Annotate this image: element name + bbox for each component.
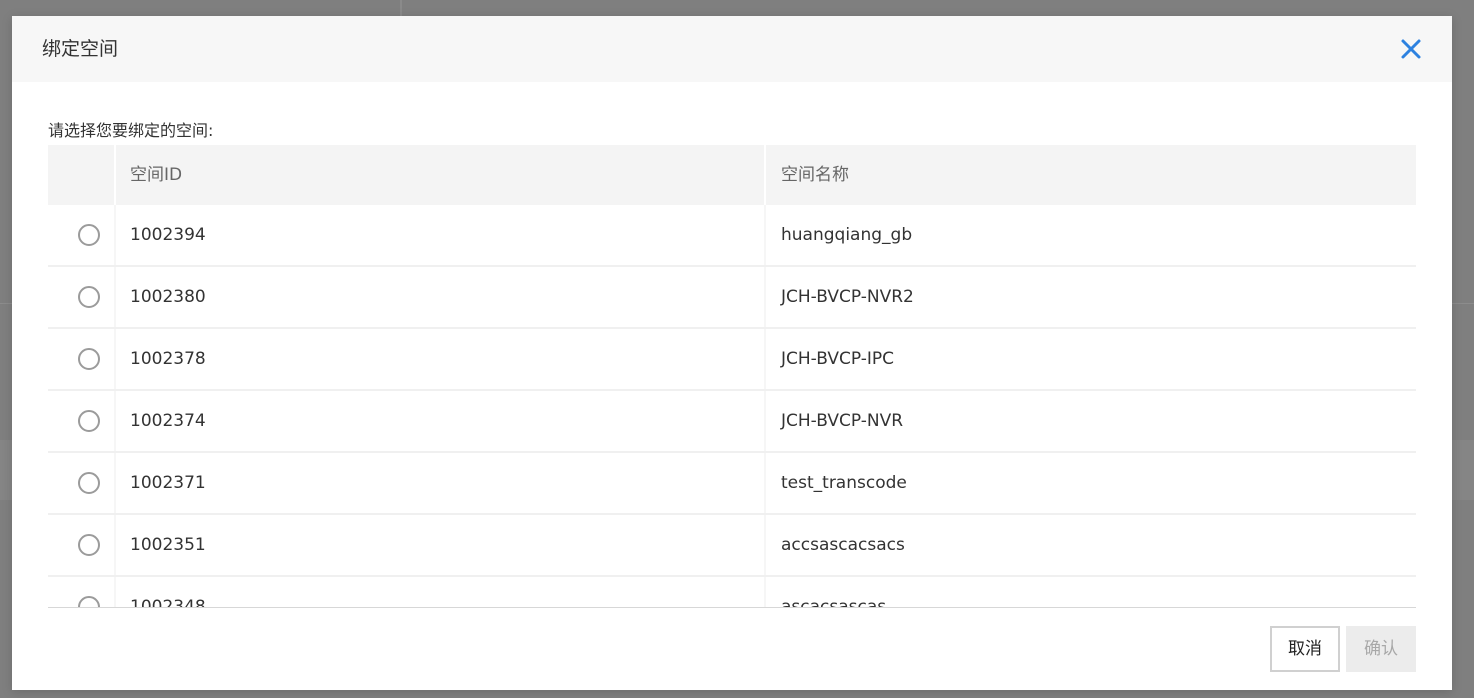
space-name-cell: JCH-BVCP-NVR2: [781, 287, 914, 307]
background-row: [0, 440, 12, 500]
column-divider: [764, 205, 766, 267]
table-row[interactable]: 1002374 JCH-BVCP-NVR: [48, 391, 1416, 453]
table-row[interactable]: 1002380 JCH-BVCP-NVR2: [48, 267, 1416, 329]
background-divider: [1452, 303, 1474, 304]
select-space-prompt: 请选择您要绑定的空间:: [48, 121, 214, 140]
table-row[interactable]: 1002371 test_transcode: [48, 453, 1416, 515]
space-name-cell: test_transcode: [781, 473, 907, 493]
radio-unchecked-icon[interactable]: [78, 472, 100, 494]
space-id-cell: 1002378: [130, 349, 206, 369]
column-divider: [114, 267, 116, 329]
space-name-cell: ascacsascas: [781, 597, 887, 608]
column-divider: [114, 453, 116, 515]
space-id-cell: 1002374: [130, 411, 206, 431]
space-id-cell: 1002351: [130, 535, 206, 555]
space-name-cell: JCH-BVCP-NVR: [781, 411, 904, 431]
space-name-cell: accsascacsacs: [781, 535, 905, 555]
confirm-button[interactable]: 确认: [1346, 626, 1416, 672]
column-divider: [764, 329, 766, 391]
close-icon: [1401, 39, 1421, 59]
radio-unchecked-icon[interactable]: [78, 348, 100, 370]
background-divider: [0, 303, 12, 304]
column-divider: [114, 205, 116, 267]
background-row: [1452, 440, 1474, 500]
space-id-cell: 1002348: [130, 597, 206, 608]
bind-space-dialog: 绑定空间 请选择您要绑定的空间: 空间ID 空间名称 1002394 huang…: [12, 16, 1452, 690]
radio-unchecked-icon[interactable]: [78, 596, 100, 607]
column-divider: [764, 391, 766, 453]
background-divider: [400, 0, 402, 16]
radio-unchecked-icon[interactable]: [78, 224, 100, 246]
radio-unchecked-icon[interactable]: [78, 286, 100, 308]
column-divider: [764, 577, 766, 607]
column-divider: [764, 453, 766, 515]
column-divider: [114, 329, 116, 391]
dialog-header: 绑定空间: [12, 16, 1452, 82]
column-header-space-name: 空间名称: [766, 145, 1416, 205]
column-divider: [764, 267, 766, 329]
space-table: 空间ID 空间名称 1002394 huangqiang_gb 1002380 …: [48, 145, 1416, 608]
space-id-cell: 1002394: [130, 225, 206, 245]
table-body: 1002394 huangqiang_gb 1002380 JCH-BVCP-N…: [48, 205, 1416, 608]
space-id-cell: 1002380: [130, 287, 206, 307]
dialog-title: 绑定空间: [42, 38, 119, 60]
table-row[interactable]: 1002351 accsascacsacs: [48, 515, 1416, 577]
radio-unchecked-icon[interactable]: [78, 410, 100, 432]
column-divider: [764, 515, 766, 577]
table-row[interactable]: 1002394 huangqiang_gb: [48, 205, 1416, 267]
radio-unchecked-icon[interactable]: [78, 534, 100, 556]
table-header: 空间ID 空间名称: [48, 145, 1416, 205]
close-button[interactable]: [1398, 36, 1424, 62]
cancel-button[interactable]: 取消: [1270, 626, 1340, 672]
column-divider: [114, 577, 116, 607]
column-header-space-id: 空间ID: [116, 145, 764, 205]
column-header-select: [48, 145, 114, 205]
table-row[interactable]: 1002378 JCH-BVCP-IPC: [48, 329, 1416, 391]
space-name-cell: JCH-BVCP-IPC: [781, 349, 894, 369]
table-row[interactable]: 1002348 ascacsascas: [48, 577, 1416, 608]
column-divider: [114, 391, 116, 453]
space-name-cell: huangqiang_gb: [781, 225, 913, 245]
column-divider: [114, 515, 116, 577]
space-id-cell: 1002371: [130, 473, 206, 493]
